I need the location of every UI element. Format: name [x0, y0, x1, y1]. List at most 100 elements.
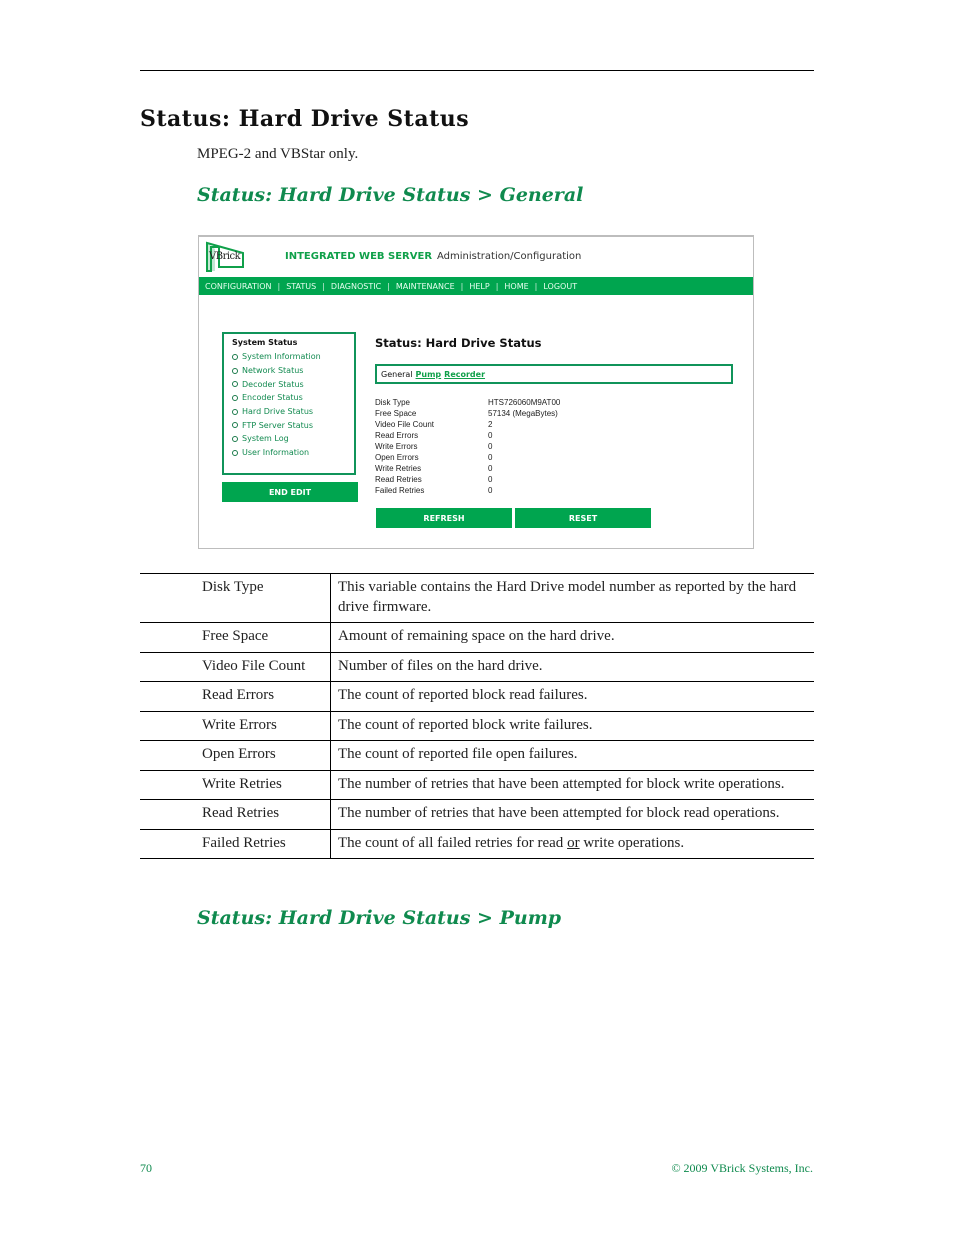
- field-value: 57134 (MegaBytes): [488, 409, 558, 418]
- end-edit-button[interactable]: END EDIT: [222, 482, 358, 502]
- tab-pump[interactable]: Pump: [416, 370, 442, 379]
- sidebar-item-label: Network Status: [242, 366, 304, 376]
- field-value: 0: [488, 453, 493, 462]
- bullet-icon: [232, 422, 238, 429]
- vbrick-logo: VBrick: [205, 241, 244, 272]
- sidebar-item-decoder-status[interactable]: Decoder Status: [232, 377, 354, 391]
- description-cell: This variable contains the Hard Drive mo…: [330, 573, 814, 623]
- nav-logout[interactable]: LOGOUT: [543, 282, 577, 291]
- term-cell: Write Errors: [140, 710, 331, 741]
- description-cell: The number of retries that have been att…: [330, 799, 814, 830]
- tab-recorder[interactable]: Recorder: [444, 370, 485, 379]
- bullet-icon: [232, 394, 238, 401]
- nav-configuration[interactable]: CONFIGURATION: [205, 282, 272, 291]
- sidebar-item-system-log[interactable]: System Log: [232, 432, 354, 446]
- sidebar-item-network-status[interactable]: Network Status: [232, 364, 354, 378]
- term-cell: Write Retries: [140, 769, 331, 800]
- field-row: Video File Count 2: [375, 419, 560, 430]
- sidebar-item-label: System Information: [242, 352, 321, 362]
- nav-home[interactable]: HOME: [504, 282, 528, 291]
- top-nav: CONFIGURATION | STATUS | DIAGNOSTIC | MA…: [199, 277, 753, 295]
- table-row: Open Errors The count of reported file op…: [140, 740, 814, 771]
- copyright: © 2009 VBrick Systems, Inc.: [671, 1161, 813, 1175]
- nav-help[interactable]: HELP: [469, 282, 489, 291]
- description-cell: The count of reported block write failur…: [330, 710, 814, 741]
- field-value: 0: [488, 475, 493, 484]
- page-number: 70: [140, 1161, 152, 1175]
- table-row: Read Retries The number of retries that h…: [140, 799, 814, 830]
- bullet-icon: [232, 353, 238, 360]
- field-label: Video File Count: [375, 420, 434, 429]
- field-label: Read Retries: [375, 475, 422, 484]
- field-row: Disk Type HTS726060M9AT00: [375, 397, 560, 408]
- bullet-icon: [232, 408, 238, 415]
- description-cell: The number of retries that have been att…: [330, 769, 814, 800]
- reset-button[interactable]: RESET: [515, 508, 651, 528]
- field-label: Free Space: [375, 409, 417, 418]
- bullet-icon: [232, 435, 238, 442]
- app-subtitle: Administration/Configuration: [437, 251, 582, 262]
- sidebar-item-system-information[interactable]: System Information: [232, 350, 354, 364]
- term-cell: Read Errors: [140, 681, 331, 712]
- field-row: Read Retries 0: [375, 474, 560, 485]
- nav-maintenance[interactable]: MAINTENANCE: [396, 282, 455, 291]
- content-title: Status: Hard Drive Status: [375, 336, 542, 350]
- term-cell: Failed Retries: [140, 828, 331, 859]
- field-definitions-table: Disk Type This variable contains the Hard…: [140, 573, 814, 859]
- table-row: Write Retries The number of retries that …: [140, 769, 814, 800]
- nav-diagnostic[interactable]: DIAGNOSTIC: [331, 282, 381, 291]
- app-title: INTEGRATED WEB SERVER: [285, 251, 433, 262]
- field-row: Read Errors 0: [375, 430, 560, 441]
- table-row: Disk Type This variable contains the Hard…: [140, 573, 814, 623]
- sidebar-item-label: User Information: [242, 448, 310, 458]
- field-row: Write Retries 0: [375, 463, 560, 474]
- term-cell: Read Retries: [140, 799, 331, 830]
- table-row: Failed Retries The count of all failed re…: [140, 828, 814, 859]
- description-cell: The count of reported block read failure…: [330, 681, 814, 712]
- field-label: Failed Retries: [375, 486, 425, 495]
- subpage-tabs: General Pump Recorder: [375, 364, 733, 384]
- sidebar-item-label: Decoder Status: [242, 379, 304, 389]
- emphasis-or: or: [567, 834, 580, 851]
- field-value: 0: [488, 431, 493, 440]
- bullet-icon: [232, 449, 238, 456]
- nav-status[interactable]: STATUS: [286, 282, 316, 291]
- table-row: Write Errors The count of reported block …: [140, 710, 814, 741]
- sidebar-item-label: Encoder Status: [242, 393, 303, 403]
- field-label: Read Errors: [375, 431, 419, 440]
- term-cell: Disk Type: [140, 573, 331, 623]
- refresh-button[interactable]: REFRESH: [376, 508, 512, 528]
- table-row: Free Space Amount of remaining space on t…: [140, 622, 814, 653]
- table-row: Read Errors The count of reported block r…: [140, 681, 814, 712]
- description-cell: The count of reported file open failures…: [330, 740, 814, 771]
- tab-general: General: [381, 369, 413, 379]
- bullet-icon: [232, 381, 238, 388]
- sidebar-item-label: Hard Drive Status: [242, 407, 314, 417]
- sidebar-item-ftp-server-status[interactable]: FTP Server Status: [232, 418, 354, 432]
- field-label: Disk Type: [375, 398, 410, 407]
- field-row: Failed Retries 0: [375, 485, 560, 496]
- nav-separator: |: [322, 281, 325, 291]
- nav-separator: |: [277, 281, 281, 291]
- term-cell: Open Errors: [140, 740, 331, 771]
- description-text: The count of all failed retries for read: [338, 834, 568, 851]
- field-row: Open Errors 0: [375, 452, 560, 463]
- applicability-note: MPEG-2 and VBStar only.: [197, 146, 359, 162]
- description-cell: Number of files on the hard drive.: [330, 651, 814, 682]
- term-cell: Free Space: [140, 622, 331, 653]
- sidebar-item-label: System Log: [242, 434, 289, 444]
- nav-separator: |: [534, 281, 538, 291]
- nav-separator: |: [460, 281, 464, 291]
- nav-separator: |: [387, 281, 390, 291]
- bullet-icon: [232, 367, 238, 374]
- web-server-screenshot: VBrick INTEGRATED WEB SERVER Administrat…: [198, 235, 754, 549]
- term-cell: Video File Count: [140, 651, 331, 682]
- page-heading: Status: Hard Drive Status: [140, 106, 470, 132]
- sidebar-item-user-information[interactable]: User Information: [232, 446, 354, 460]
- sidebar-item-encoder-status[interactable]: Encoder Status: [232, 391, 354, 405]
- field-row: Write Errors 0: [375, 441, 560, 452]
- description-text: write operations.: [579, 834, 685, 851]
- sidebar-item-hard-drive-status[interactable]: Hard Drive Status: [232, 405, 354, 419]
- field-value: 0: [488, 442, 493, 451]
- system-status-sidebar: System Status System Information Network…: [222, 332, 356, 475]
